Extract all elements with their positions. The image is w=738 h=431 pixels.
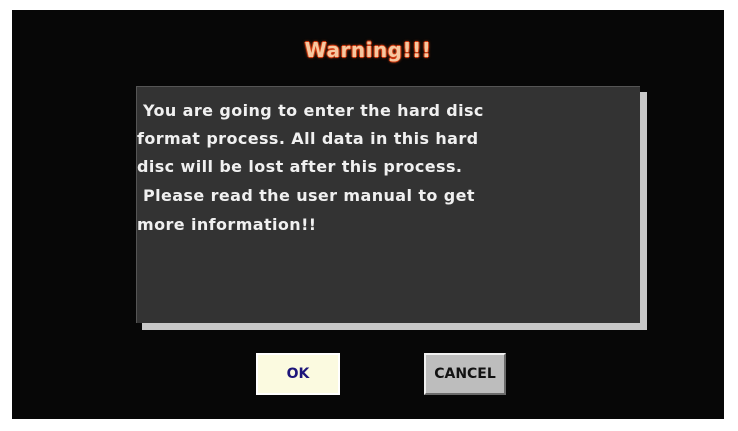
ok-button[interactable]: OK	[256, 353, 340, 395]
cancel-button[interactable]: CANCEL	[424, 353, 506, 395]
dvr-screen: Warning!!! You are going to enter the ha…	[12, 10, 724, 419]
message-line-1: You are going to enter the hard disc	[137, 101, 484, 120]
message-line-3: disc will be lost after this process.	[137, 157, 463, 176]
message-line-4: Please read the user manual to get	[137, 186, 475, 205]
message-line-2: format process. All data in this hard	[137, 129, 479, 148]
message-box: You are going to enter the hard disc for…	[136, 86, 640, 323]
dialog-title: Warning!!!	[304, 38, 432, 62]
message-line-5: more information!!	[137, 215, 317, 234]
